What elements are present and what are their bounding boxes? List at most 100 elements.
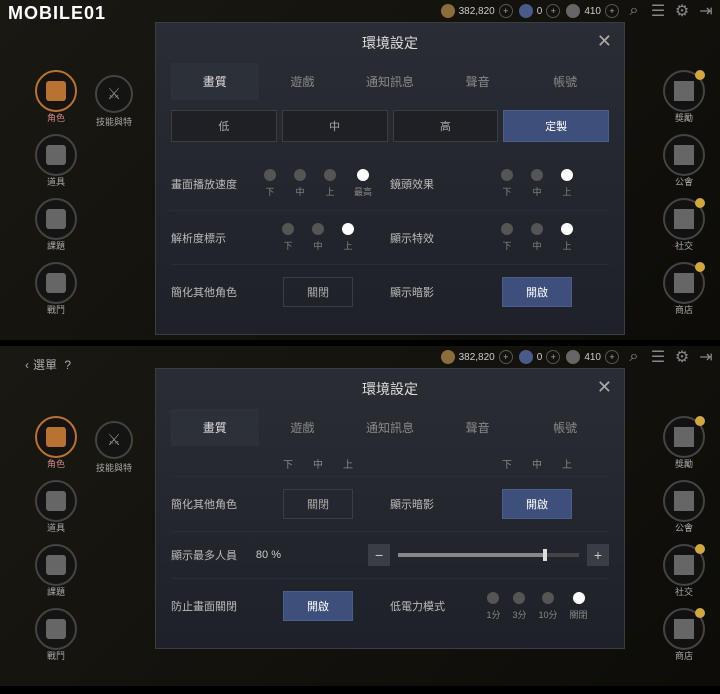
right-menu: 獎勵 公會 社交 商店 <box>663 416 705 650</box>
tab-sound[interactable]: 聲音 <box>434 409 522 446</box>
search-icon[interactable]: ⌕ <box>625 348 643 366</box>
quality-custom[interactable]: 定製 <box>503 110 609 142</box>
quality-preset-row: 低 中 高 定製 <box>156 100 624 152</box>
screenlock-toggle[interactable]: 開啟 <box>283 591 353 621</box>
menu-social[interactable]: 社交 <box>663 198 705 240</box>
exit-icon[interactable]: ⇥ <box>697 348 715 366</box>
slider-plus[interactable]: + <box>587 544 609 566</box>
power-3min[interactable] <box>513 592 525 604</box>
exit-icon[interactable]: ⇥ <box>697 2 715 20</box>
quality-low[interactable]: 低 <box>171 110 277 142</box>
fx-low[interactable] <box>501 223 513 235</box>
left-menu: 角色 道具 課題 戰鬥 <box>35 70 77 304</box>
cam-high[interactable] <box>561 169 573 181</box>
gold-amount: 382,820 <box>459 6 495 17</box>
tab-account[interactable]: 帳號 <box>521 63 609 100</box>
tab-quality[interactable]: 畫質 <box>171 409 259 446</box>
menu-shop[interactable]: 商店 <box>663 262 705 304</box>
simplify-toggle[interactable]: 關閉 <box>283 277 353 307</box>
tab-sound[interactable]: 聲音 <box>434 63 522 100</box>
add-coin-button[interactable]: + <box>605 350 619 364</box>
close-icon[interactable]: ✕ <box>597 31 612 52</box>
power-10min[interactable] <box>542 592 554 604</box>
dialog-title: 環境設定 ✕ <box>156 23 624 63</box>
close-icon[interactable]: ✕ <box>597 377 612 398</box>
slider-minus[interactable]: − <box>368 544 390 566</box>
menu-quests[interactable]: 課題 <box>35 544 77 586</box>
fx-high[interactable] <box>561 223 573 235</box>
back-button[interactable]: ‹ 選單 ? <box>25 356 71 373</box>
fps-low[interactable] <box>264 169 276 181</box>
add-coin-button[interactable]: + <box>605 4 619 18</box>
gem-amount: 0 <box>537 6 543 17</box>
shadows-toggle[interactable]: 開啟 <box>502 489 572 519</box>
fps-max[interactable] <box>357 169 369 181</box>
cam-mid[interactable] <box>531 169 543 181</box>
add-gem-button[interactable]: + <box>546 4 560 18</box>
tab-bar: 畫質 遊戲 通知訊息 聲音 帳號 <box>156 409 624 446</box>
simplify-label: 簡化其他角色 <box>171 496 246 512</box>
tab-notify[interactable]: 通知訊息 <box>346 409 434 446</box>
menu-items[interactable]: 道具 <box>35 134 77 176</box>
coin-amount: 410 <box>584 6 601 17</box>
tab-game[interactable]: 遊戲 <box>259 63 347 100</box>
dialog-title: 環境設定 ✕ <box>156 369 624 409</box>
fps-high[interactable] <box>324 169 336 181</box>
logo: MOBILE01 <box>8 3 106 24</box>
menu-guild[interactable]: 公會 <box>663 480 705 522</box>
power-off[interactable] <box>573 592 585 604</box>
right-menu: 獎勵 公會 社交 商店 <box>663 70 705 304</box>
cam-low[interactable] <box>501 169 513 181</box>
menu-rewards[interactable]: 獎勵 <box>663 416 705 458</box>
screenlock-label: 防止畫面關閉 <box>171 598 246 614</box>
camera-label: 鏡頭效果 <box>390 176 465 192</box>
settings-dialog: 環境設定 ✕ 畫質 遊戲 通知訊息 聲音 帳號 下中上 下中上 簡化其他角色 關… <box>155 368 625 649</box>
add-gold-button[interactable]: + <box>499 4 513 18</box>
add-gem-button[interactable]: + <box>546 350 560 364</box>
left-menu: 角色 道具 課題 戰鬥 <box>35 416 77 650</box>
menu-combat[interactable]: 戰鬥 <box>35 262 77 304</box>
effects-label: 顯示特效 <box>390 230 465 246</box>
menu-guild[interactable]: 公會 <box>663 134 705 176</box>
menu-items[interactable]: 道具 <box>35 480 77 522</box>
fps-mid[interactable] <box>294 169 306 181</box>
simplify-toggle[interactable]: 關閉 <box>283 489 353 519</box>
quality-high[interactable]: 高 <box>393 110 499 142</box>
maxplayers-slider[interactable] <box>398 553 579 557</box>
skills-button[interactable]: ⚔ 技能與特 <box>95 75 133 128</box>
maxplayers-label: 顯示最多人員 <box>171 547 246 563</box>
tab-game[interactable]: 遊戲 <box>259 409 347 446</box>
power-1min[interactable] <box>487 592 499 604</box>
coin-icon <box>566 350 580 364</box>
skills-button[interactable]: ⚔ 技能與特 <box>95 421 133 474</box>
menu-combat[interactable]: 戰鬥 <box>35 608 77 650</box>
res-high[interactable] <box>342 223 354 235</box>
res-low[interactable] <box>282 223 294 235</box>
search-icon[interactable]: ⌕ <box>625 2 643 20</box>
fx-mid[interactable] <box>531 223 543 235</box>
tab-quality[interactable]: 畫質 <box>171 63 259 100</box>
quality-mid[interactable]: 中 <box>282 110 388 142</box>
gold-icon <box>441 4 455 18</box>
profile-icon[interactable]: ☰ <box>649 2 667 20</box>
shadows-toggle[interactable]: 開啟 <box>502 277 572 307</box>
coin-icon <box>566 4 580 18</box>
res-mid[interactable] <box>312 223 324 235</box>
menu-rewards[interactable]: 獎勵 <box>663 70 705 112</box>
menu-shop[interactable]: 商店 <box>663 608 705 650</box>
menu-character[interactable]: 角色 <box>35 416 77 458</box>
add-gold-button[interactable]: + <box>499 350 513 364</box>
simplify-label: 簡化其他角色 <box>171 284 246 300</box>
fps-label: 畫面播放速度 <box>171 176 246 192</box>
tab-notify[interactable]: 通知訊息 <box>346 63 434 100</box>
top-bar: 382,820+ 0+ 410+ ⌕ ☰ ⚙ ⇥ <box>441 348 715 366</box>
settings-icon[interactable]: ⚙ <box>673 2 691 20</box>
top-bar: 382,820+ 0+ 410+ ⌕ ☰ ⚙ ⇥ <box>441 2 715 20</box>
profile-icon[interactable]: ☰ <box>649 348 667 366</box>
menu-social[interactable]: 社交 <box>663 544 705 586</box>
gold-icon <box>441 350 455 364</box>
menu-character[interactable]: 角色 <box>35 70 77 112</box>
tab-account[interactable]: 帳號 <box>521 409 609 446</box>
settings-icon[interactable]: ⚙ <box>673 348 691 366</box>
menu-quests[interactable]: 課題 <box>35 198 77 240</box>
